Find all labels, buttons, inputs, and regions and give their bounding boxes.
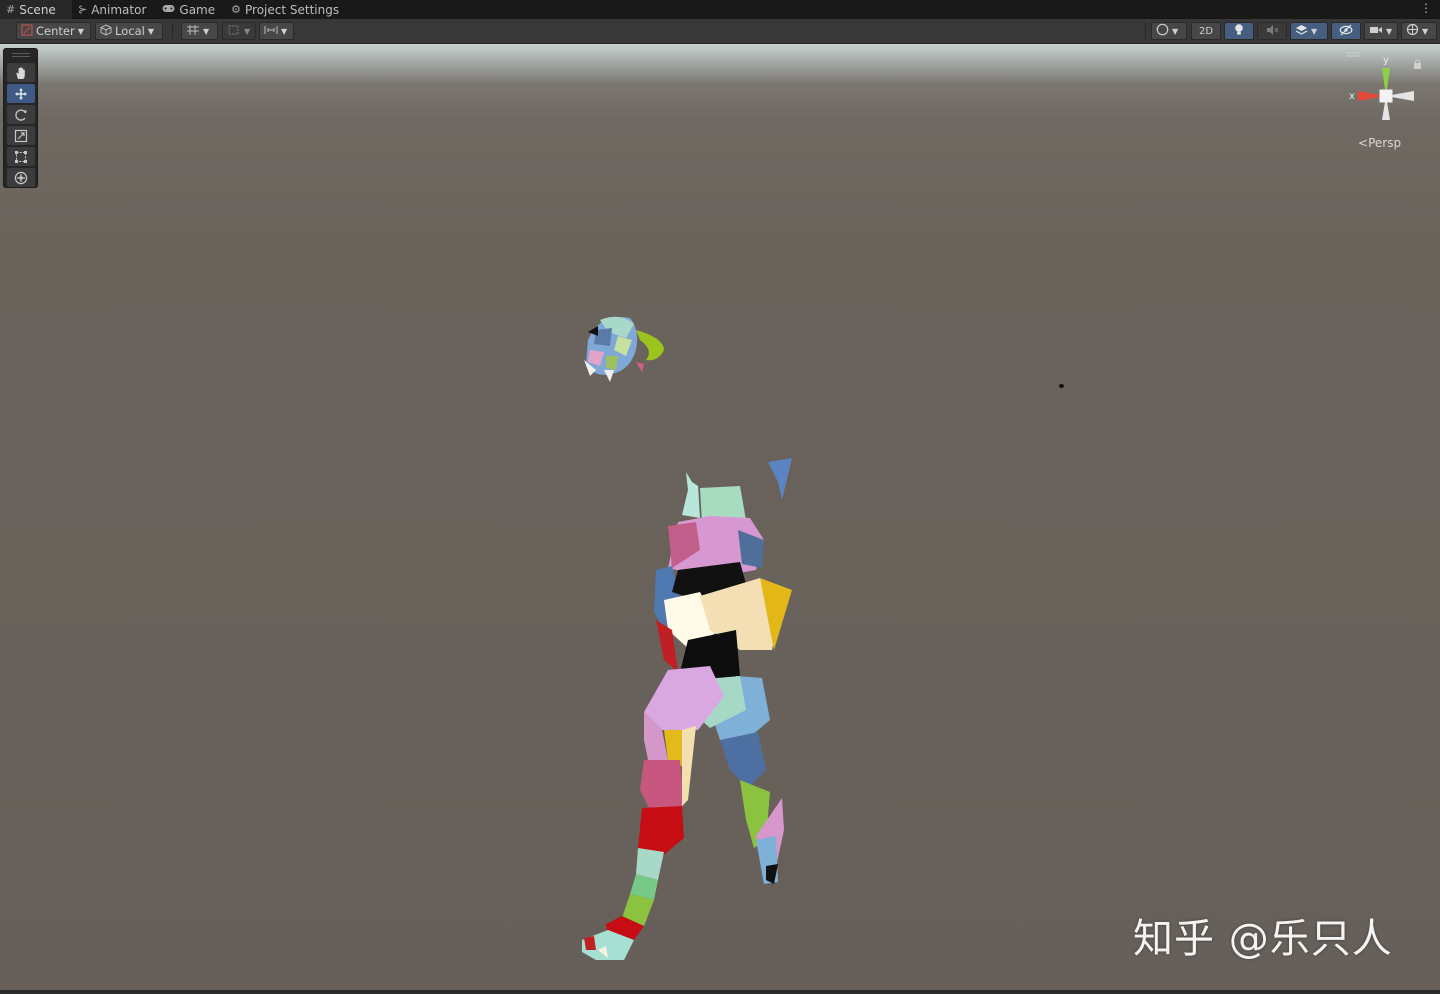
hand-tool-button[interactable]: [7, 63, 35, 82]
window-tab-bar: # Scene ⊱ Animator Game ⚙ Project Settin…: [0, 0, 1440, 19]
chevron-down-icon: ▼: [1311, 26, 1318, 36]
scale-tool-button[interactable]: [7, 126, 35, 145]
pivot-icon: [21, 23, 33, 39]
lightbulb-icon: [1233, 23, 1245, 39]
chevron-down-icon: ▼: [77, 26, 84, 36]
tab-project-settings[interactable]: ⚙ Project Settings: [225, 0, 349, 19]
eye-slash-icon: [1339, 24, 1353, 39]
chevron-down-icon: ▼: [1386, 26, 1393, 36]
align-icon: [264, 24, 278, 39]
tab-project-settings-label: Project Settings: [245, 2, 340, 17]
tab-scene-label: Scene: [19, 2, 56, 17]
toggle-2d-button[interactable]: 2D: [1191, 22, 1221, 40]
grid-icon: #: [6, 3, 16, 16]
cube-icon: [100, 23, 112, 39]
tab-animator[interactable]: ⊱ Animator: [72, 0, 156, 19]
space-local-dropdown[interactable]: Local ▼: [95, 22, 163, 40]
gizmo-y-label: y: [1383, 55, 1389, 66]
lighting-toggle-button[interactable]: [1224, 22, 1254, 40]
draw-mode-dropdown[interactable]: ▼: [1151, 22, 1187, 40]
toolbar-separator: [172, 23, 173, 39]
camera-icon: [1369, 24, 1383, 38]
chevron-down-icon: ▼: [147, 26, 154, 36]
tab-animator-label: Animator: [91, 2, 147, 17]
toggle-2d-label: 2D: [1198, 25, 1214, 37]
pivot-label: Center: [36, 24, 75, 38]
chevron-down-icon: ▼: [244, 26, 251, 36]
shading-sphere-icon: [1156, 23, 1169, 39]
tab-game-label: Game: [179, 2, 216, 17]
palette-drag-handle[interactable]: [12, 53, 30, 57]
rect-transform-icon: [15, 150, 27, 163]
tab-game[interactable]: Game: [156, 0, 225, 19]
floating-hand-mesh[interactable]: [584, 316, 664, 382]
transform-combined-icon: [14, 171, 28, 184]
increment-snap-dropdown[interactable]: ▼: [222, 22, 256, 40]
watermark-text: 知乎 @乐只人: [1133, 916, 1393, 962]
gizmo-center-cube[interactable]: [1379, 89, 1393, 103]
gear-icon: ⚙: [231, 3, 241, 16]
audio-toggle-button[interactable]: [1257, 22, 1287, 40]
camera-settings-dropdown[interactable]: ▼: [1364, 22, 1398, 40]
chevron-down-icon: ▼: [281, 26, 288, 36]
move-tool-button[interactable]: [7, 84, 35, 103]
chevron-down-icon: ▼: [1172, 26, 1179, 36]
transform-tool-button[interactable]: [7, 168, 35, 187]
rotate-tool-button[interactable]: [7, 105, 35, 124]
projection-label: Persp: [1368, 136, 1402, 150]
scene-object-marker[interactable]: [1059, 384, 1064, 388]
toolbar-separator: [1145, 23, 1146, 39]
snap-grid-icon: [186, 24, 200, 39]
space-label: Local: [115, 24, 145, 38]
snap-increment-icon: [227, 24, 241, 39]
tool-palette: [3, 48, 38, 188]
viewport-bottom-border: [0, 990, 1440, 994]
character-mesh[interactable]: [560, 300, 820, 970]
lock-icon[interactable]: [1414, 59, 1421, 69]
scene-toolbar: Center ▼ Local ▼ ▼ ▼ ▼ ▼ 2D ▼ ▼ ▼: [0, 19, 1440, 44]
tab-scene[interactable]: # Scene: [0, 0, 72, 19]
speaker-muted-icon: [1266, 24, 1279, 39]
rect-tool-button[interactable]: [7, 147, 35, 166]
chevron-down-icon: ▼: [1422, 26, 1429, 36]
hidden-objects-toggle[interactable]: [1331, 22, 1361, 40]
hand-icon: [16, 66, 25, 79]
more-options-icon[interactable]: ⋮: [1420, 1, 1432, 15]
orientation-gizmo[interactable]: y x: [1342, 50, 1432, 130]
grid-snapping-dropdown[interactable]: ▼: [181, 22, 218, 40]
pivot-center-dropdown[interactable]: Center ▼: [16, 22, 91, 40]
animator-icon: ⊱: [78, 3, 88, 16]
gamepad-icon: [162, 3, 175, 16]
move-arrows-icon: [15, 87, 27, 100]
gizmo-sphere-icon: [1406, 23, 1419, 39]
layers-icon: [1295, 24, 1308, 39]
chevron-down-icon: ▼: [203, 26, 210, 36]
align-dropdown[interactable]: ▼: [259, 22, 294, 40]
chevron-left-icon: <: [1358, 136, 1369, 150]
projection-toggle[interactable]: <Persp: [1358, 136, 1401, 150]
scale-icon: [14, 129, 28, 142]
effects-dropdown[interactable]: ▼: [1290, 22, 1328, 40]
gizmos-dropdown[interactable]: ▼: [1401, 22, 1437, 40]
gizmo-x-label: x: [1349, 91, 1355, 102]
rotate-icon: [15, 108, 27, 121]
